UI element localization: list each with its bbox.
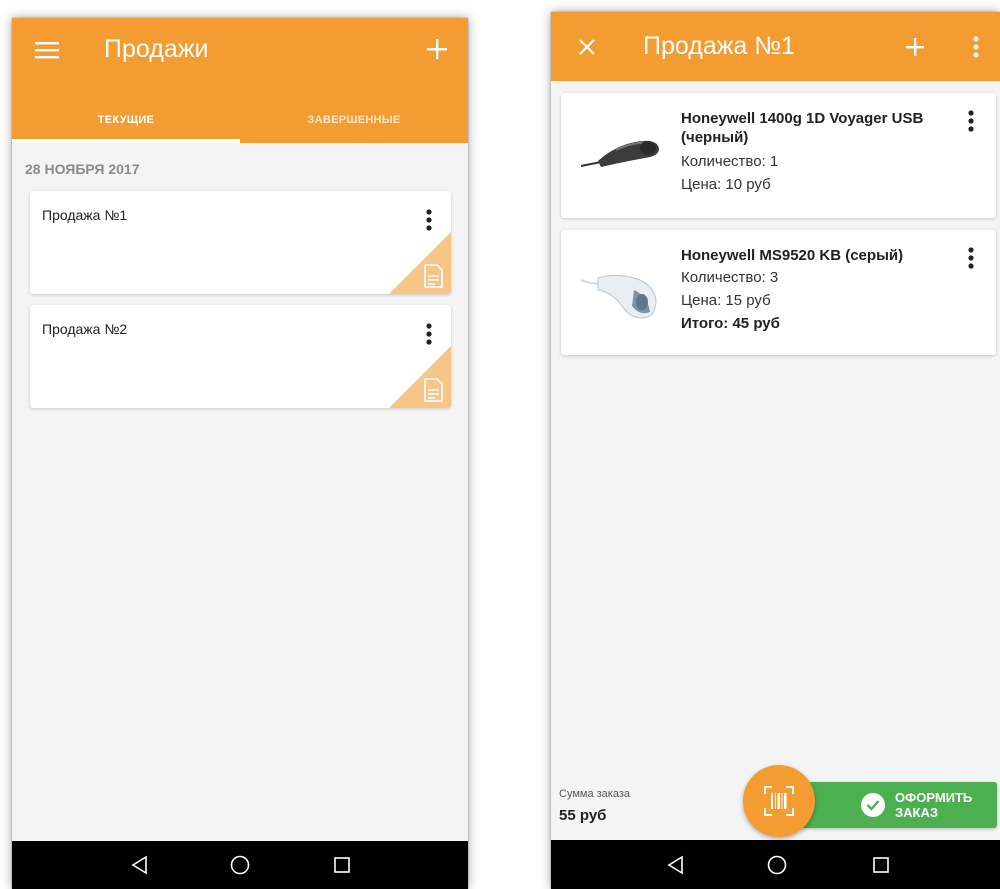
more-vert-icon[interactable]: [419, 320, 439, 348]
product-card[interactable]: Honeywell 1400g 1D Voyager USB (черный) …: [561, 93, 996, 218]
tab-bar: ТЕКУЩИЕ ЗАВЕРШЕННЫЕ: [12, 102, 468, 143]
menu-icon[interactable]: [34, 40, 60, 60]
home-icon[interactable]: [757, 840, 797, 889]
product-total: Итого: 45 руб: [681, 315, 780, 332]
sale-card[interactable]: Продажа №1: [30, 191, 451, 294]
back-icon[interactable]: [656, 840, 696, 889]
page-title: Продажи: [104, 35, 209, 63]
scanner-gray-image: [580, 274, 657, 319]
document-icon: [389, 346, 451, 408]
page-title: Продажа №1: [643, 32, 796, 60]
system-nav-bar: [551, 840, 1000, 889]
sales-list-screen: Продажи ТЕКУЩИЕ ЗАВЕРШЕННЫЕ 28 НОЯБРЯ 20…: [12, 18, 468, 889]
more-vert-icon[interactable]: [419, 206, 439, 234]
product-name: Honeywell 1400g 1D Voyager USB (черный): [681, 110, 924, 146]
plus-icon[interactable]: [424, 36, 450, 62]
tab-current[interactable]: ТЕКУЩИЕ: [12, 102, 240, 143]
back-icon[interactable]: [120, 841, 160, 889]
plus-icon[interactable]: [903, 35, 927, 59]
more-vert-icon[interactable]: [961, 244, 981, 272]
close-icon[interactable]: [576, 36, 598, 58]
document-icon: [389, 232, 451, 294]
barcode-scan-icon: [764, 786, 794, 816]
more-vert-icon[interactable]: [961, 107, 981, 135]
app-bar: Продажи ТЕКУЩИЕ ЗАВЕРШЕННЫЕ: [12, 18, 468, 143]
app-bar: Продажа №1: [551, 12, 1000, 81]
order-sum-value: 55 руб: [559, 807, 607, 824]
product-quantity: Количество: 3: [681, 269, 779, 286]
product-name: Honeywell MS9520 KB (серый): [681, 247, 904, 264]
product-card[interactable]: Honeywell MS9520 KB (серый) Количество: …: [561, 230, 996, 355]
order-sum-label: Сумма заказа: [559, 788, 630, 800]
product-quantity: Количество: 1: [681, 153, 779, 170]
scanner-black-image: [580, 140, 659, 167]
recents-icon[interactable]: [861, 840, 901, 889]
place-order-button[interactable]: ОФОРМИТЬ ЗАКАЗ: [799, 782, 997, 828]
system-nav-bar: [12, 841, 468, 889]
sale-card[interactable]: Продажа №2: [30, 305, 451, 408]
recents-icon[interactable]: [322, 841, 362, 889]
barcode-scan-button[interactable]: [743, 765, 815, 837]
product-price: Цена: 10 руб: [681, 176, 771, 193]
place-order-label: ОФОРМИТЬ ЗАКАЗ: [895, 790, 973, 820]
sale-detail-screen: Продажа №1 Honeywell 1400g 1D Voyager US…: [551, 12, 1000, 889]
home-icon[interactable]: [220, 841, 260, 889]
sale-name: Продажа №2: [42, 321, 128, 337]
tab-completed[interactable]: ЗАВЕРШЕННЫЕ: [240, 102, 468, 143]
tab-indicator: [12, 139, 240, 143]
check-circle-icon: [861, 793, 885, 817]
date-header: 28 НОЯБРЯ 2017: [25, 161, 140, 177]
sale-name: Продажа №1: [42, 207, 128, 223]
more-vert-icon[interactable]: [967, 34, 985, 60]
product-price: Цена: 15 руб: [681, 292, 771, 309]
